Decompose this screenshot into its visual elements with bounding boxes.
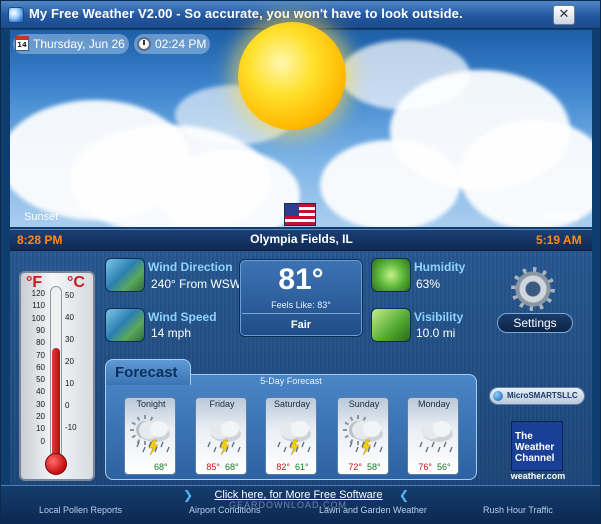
sunset-time: 8:28 PM xyxy=(17,233,63,247)
wind-direction-icon xyxy=(105,258,145,292)
wind-direction-label: Wind Direction xyxy=(148,260,233,274)
wind-direction-value: 240° From WSW xyxy=(151,277,242,291)
cloud xyxy=(320,140,460,227)
cloud xyxy=(160,150,300,227)
forecast-low: 68° xyxy=(154,462,168,472)
thunderstorm-cloud-icon xyxy=(196,410,246,460)
settings-button[interactable]: Settings xyxy=(497,313,573,333)
fahrenheit-tick: 120 xyxy=(31,289,45,298)
forecast-day-name: Monday xyxy=(417,399,451,409)
fahrenheit-tick: 70 xyxy=(36,350,45,360)
weather-com-link[interactable]: weather.com xyxy=(501,471,575,481)
us-flag-icon[interactable] xyxy=(284,203,316,226)
celsius-tick: -10 xyxy=(65,423,77,432)
fahrenheit-tick: 30 xyxy=(36,399,45,409)
celsius-label: °C xyxy=(67,274,85,291)
celsius-tick: 20 xyxy=(65,357,74,366)
weather-channel-logo-text: The Weather Channel xyxy=(515,431,555,464)
forecast-day-card[interactable]: Saturday 82° 61° xyxy=(265,397,317,475)
fahrenheit-tick: 40 xyxy=(36,387,45,397)
visibility-label: Visibility xyxy=(414,310,464,324)
fahrenheit-tick: 100 xyxy=(31,313,45,323)
fahrenheit-tick: 0 xyxy=(40,436,45,446)
link-pollen-reports[interactable]: Local Pollen Reports xyxy=(39,505,122,515)
thunderstorm-sun-icon xyxy=(338,410,388,460)
forecast-day-name: Friday xyxy=(209,399,235,409)
forecast-day-name: Saturday xyxy=(273,399,311,409)
thermometer-tube xyxy=(50,286,62,458)
forecast-low: 58° xyxy=(367,462,381,472)
humidity-value: 63% xyxy=(416,277,441,291)
fahrenheit-tick: 50 xyxy=(36,375,45,385)
watermark: GEARDOWNLOAD.COM xyxy=(229,500,348,510)
window-title: My Free Weather V2.00 - So accurate, you… xyxy=(29,6,463,21)
sunset-label: Sunset xyxy=(24,211,59,223)
mercury-level xyxy=(52,348,60,457)
current-condition: Fair xyxy=(290,319,312,331)
feels-like: Feels Like: 83° xyxy=(271,300,331,310)
celsius-tick: 40 xyxy=(65,313,74,322)
clock-icon xyxy=(137,37,151,51)
forecast-day-card[interactable]: Monday 76° 56° xyxy=(407,397,459,475)
celsius-tick: 30 xyxy=(65,335,74,344)
forecast-high: 82° xyxy=(276,462,290,472)
wind-speed-label: Wind Speed xyxy=(148,310,217,324)
visibility-icon xyxy=(371,308,411,342)
forecast-low: 56° xyxy=(437,462,451,472)
fahrenheit-tick: 10 xyxy=(36,424,45,434)
forecast-subtitle: 5-Day Forecast xyxy=(260,376,322,386)
rain-cloud-icon xyxy=(408,410,458,460)
calendar-icon: 14 xyxy=(15,36,29,51)
microsmarts-logo-text: MicroSMARTSLLC xyxy=(507,391,578,400)
microsmarts-globe-icon xyxy=(493,391,503,401)
celsius-tick: 50 xyxy=(65,291,74,300)
forecast-high: 72° xyxy=(348,462,362,472)
forecast-low: 61° xyxy=(295,462,309,472)
location-name: Olympia Fields, IL xyxy=(250,232,353,246)
app-icon xyxy=(8,7,24,23)
close-button[interactable]: ✕ xyxy=(553,5,575,25)
sunrise-label: Sunrise xyxy=(542,211,580,223)
fahrenheit-tick: 90 xyxy=(36,325,45,335)
forecast-day-name: Tonight xyxy=(136,399,166,409)
temperature-divider xyxy=(242,313,360,314)
humidity-label: Humidity xyxy=(414,260,466,274)
thunderstorm-sun-icon xyxy=(125,410,175,460)
current-time: 02:24 PM xyxy=(155,37,207,51)
fahrenheit-tick: 20 xyxy=(36,412,45,421)
sun-icon xyxy=(238,22,346,130)
celsius-tick: 10 xyxy=(65,379,74,388)
forecast-day-card[interactable]: Sunday 72° 58° xyxy=(337,397,389,475)
celsius-tick: 0 xyxy=(65,401,70,410)
weather-app-window: My Free Weather V2.00 - So accurate, you… xyxy=(0,0,601,524)
thunderstorm-cloud-icon xyxy=(266,410,316,460)
fahrenheit-tick: 80 xyxy=(36,338,45,348)
link-rush-hour-traffic[interactable]: Rush Hour Traffic xyxy=(483,505,553,515)
sunrise-time: 5:19 AM xyxy=(536,233,582,247)
forecast-high: 76° xyxy=(418,462,432,472)
fahrenheit-tick: 60 xyxy=(36,362,45,372)
current-date: Thursday, Jun 26 xyxy=(33,37,125,51)
promo-arrow-right-icon: ❮ xyxy=(399,488,410,502)
forecast-high: 85° xyxy=(206,462,220,472)
wind-speed-value: 14 mph xyxy=(151,326,192,340)
fahrenheit-tick: 110 xyxy=(32,301,45,311)
humidity-icon xyxy=(371,258,411,292)
forecast-day-card[interactable]: Tonight 68° xyxy=(124,397,176,475)
forecast-day-name: Sunday xyxy=(348,399,380,409)
wind-speed-icon xyxy=(105,308,145,342)
forecast-low: 68° xyxy=(225,462,239,472)
promo-arrow-left-icon: ❯ xyxy=(183,488,194,502)
visibility-value: 10.0 mi xyxy=(416,326,456,340)
thermometer-bulb xyxy=(45,453,67,475)
forecast-day-card[interactable]: Friday 85° 68° xyxy=(195,397,247,475)
current-temperature: 81° xyxy=(278,263,324,296)
gear-icon[interactable] xyxy=(511,267,555,311)
